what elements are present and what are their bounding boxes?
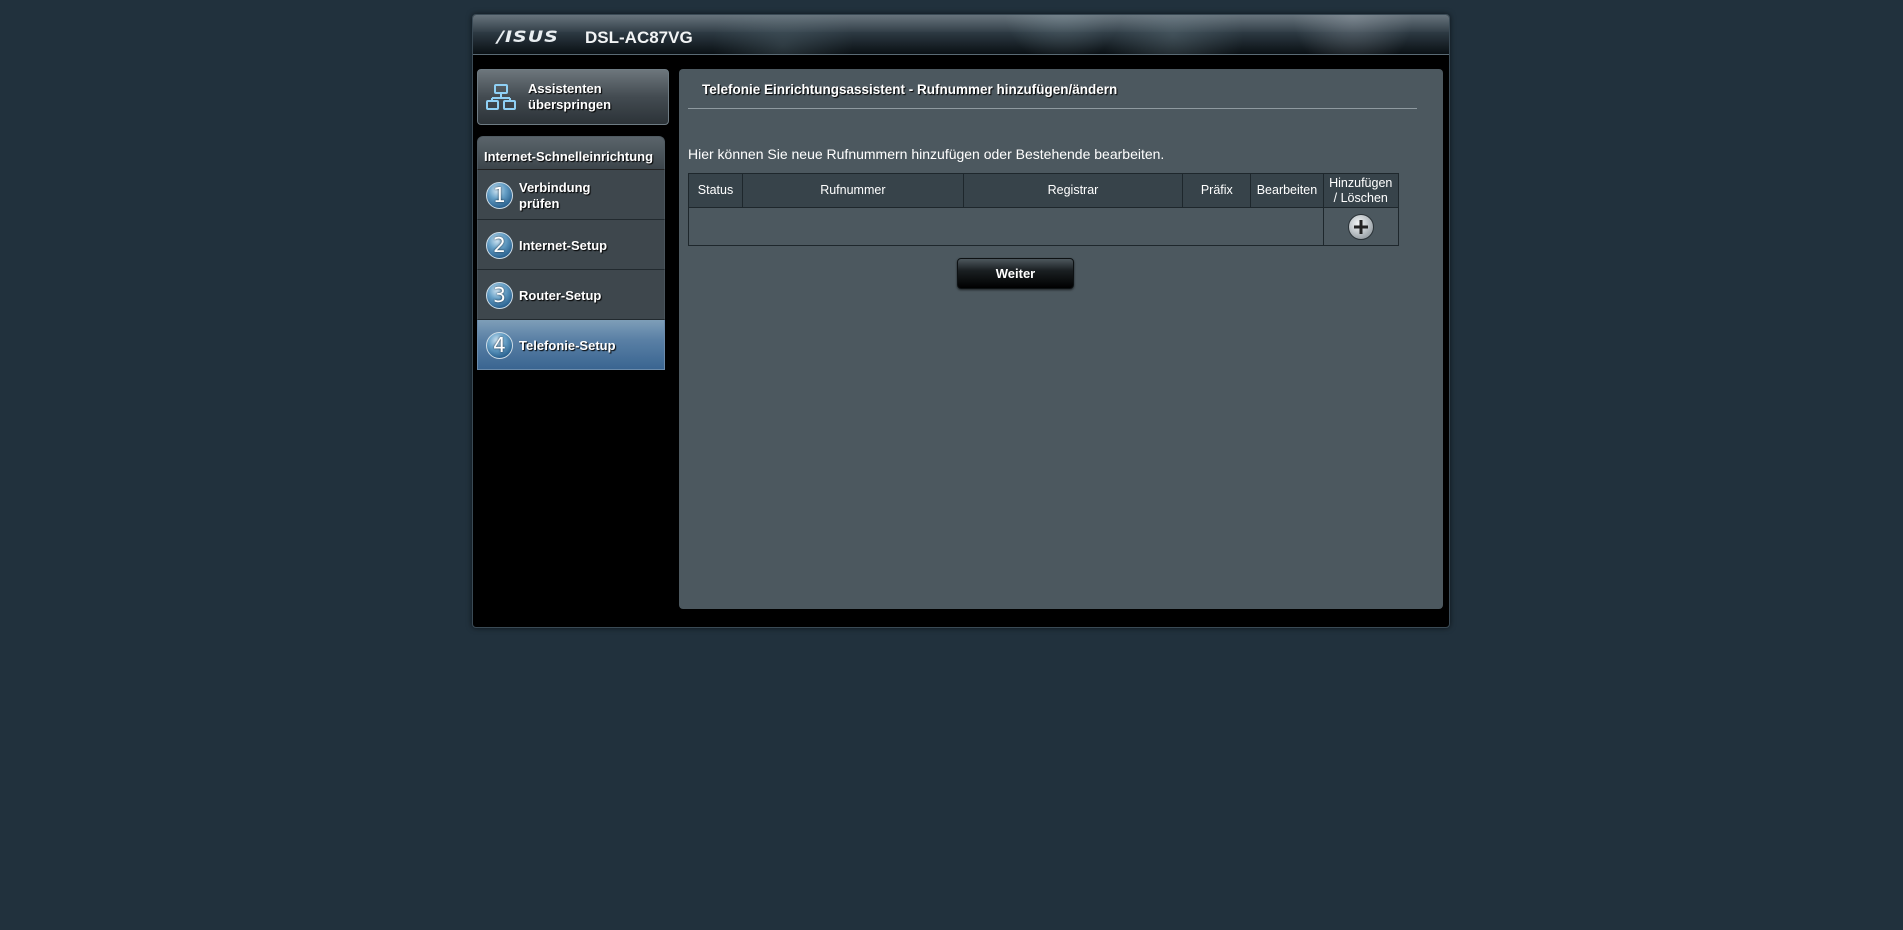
menu-item-label: Router-Setup xyxy=(519,288,602,303)
menu-item-telephony-setup[interactable]: 4 Telefonie-Setup xyxy=(477,320,665,370)
step-4-icon: 4 xyxy=(486,332,513,359)
menu-item-router-setup[interactable]: 3 Router-Setup xyxy=(477,270,665,320)
model-name: DSL-AC87VG xyxy=(585,28,693,47)
next-button[interactable]: Weiter xyxy=(957,258,1074,289)
menu-item-label: Telefonie-Setup xyxy=(519,338,616,353)
empty-cell xyxy=(688,207,1324,246)
step-3-icon: 3 xyxy=(486,282,513,309)
page-description: Hier können Sie neue Rufnummern hinzufüg… xyxy=(688,146,1165,162)
column-edit: Bearbeiten xyxy=(1250,173,1324,208)
banner: /ISUS DSL-AC87VG xyxy=(473,15,1449,55)
column-registrar: Registrar xyxy=(962,173,1184,208)
column-prefix: Präfix xyxy=(1182,173,1252,208)
column-number: Rufnummer xyxy=(742,173,964,208)
skip-wizard-label: Assistenten überspringen xyxy=(528,81,612,112)
phone-number-table: Status Rufnummer Registrar Präfix Bearbe… xyxy=(688,173,1400,246)
content-panel: Telefonie Einrichtungsassistent - Rufnum… xyxy=(679,69,1443,609)
step-1-icon: 1 xyxy=(486,182,513,209)
menu-item-label: Verbindung prüfen xyxy=(519,180,591,211)
add-icon[interactable] xyxy=(1347,213,1374,240)
table-header-row: Status Rufnummer Registrar Präfix Bearbe… xyxy=(688,173,1400,208)
skip-wizard-button[interactable]: Assistenten überspringen xyxy=(477,69,669,125)
menu-item-internet-setup[interactable]: 2 Internet-Setup xyxy=(477,220,665,270)
side-menu-header: Internet-Schnelleinrichtung xyxy=(477,136,665,170)
column-add-delete: Hinzufügen / Löschen xyxy=(1322,173,1400,208)
column-add-delete-line2: / Löschen xyxy=(1333,190,1388,205)
network-icon xyxy=(486,84,516,110)
add-cell xyxy=(1322,207,1400,246)
menu-item-connection-check[interactable]: 1 Verbindung prüfen xyxy=(477,170,665,220)
asus-logo: /ISUS xyxy=(497,27,559,47)
title-divider xyxy=(688,108,1417,109)
table-input-row xyxy=(688,207,1400,246)
page-title: Telefonie Einrichtungsassistent - Rufnum… xyxy=(702,82,1118,97)
column-add-delete-line1: Hinzufügen xyxy=(1329,175,1393,190)
side-menu: Internet-Schnelleinrichtung 1 Verbindung… xyxy=(477,136,665,370)
router-frame: /ISUS DSL-AC87VG Assistenten überspringe… xyxy=(472,14,1450,628)
menu-item-label: Internet-Setup xyxy=(519,238,608,253)
step-2-icon: 2 xyxy=(486,232,513,259)
column-status: Status xyxy=(688,173,743,208)
